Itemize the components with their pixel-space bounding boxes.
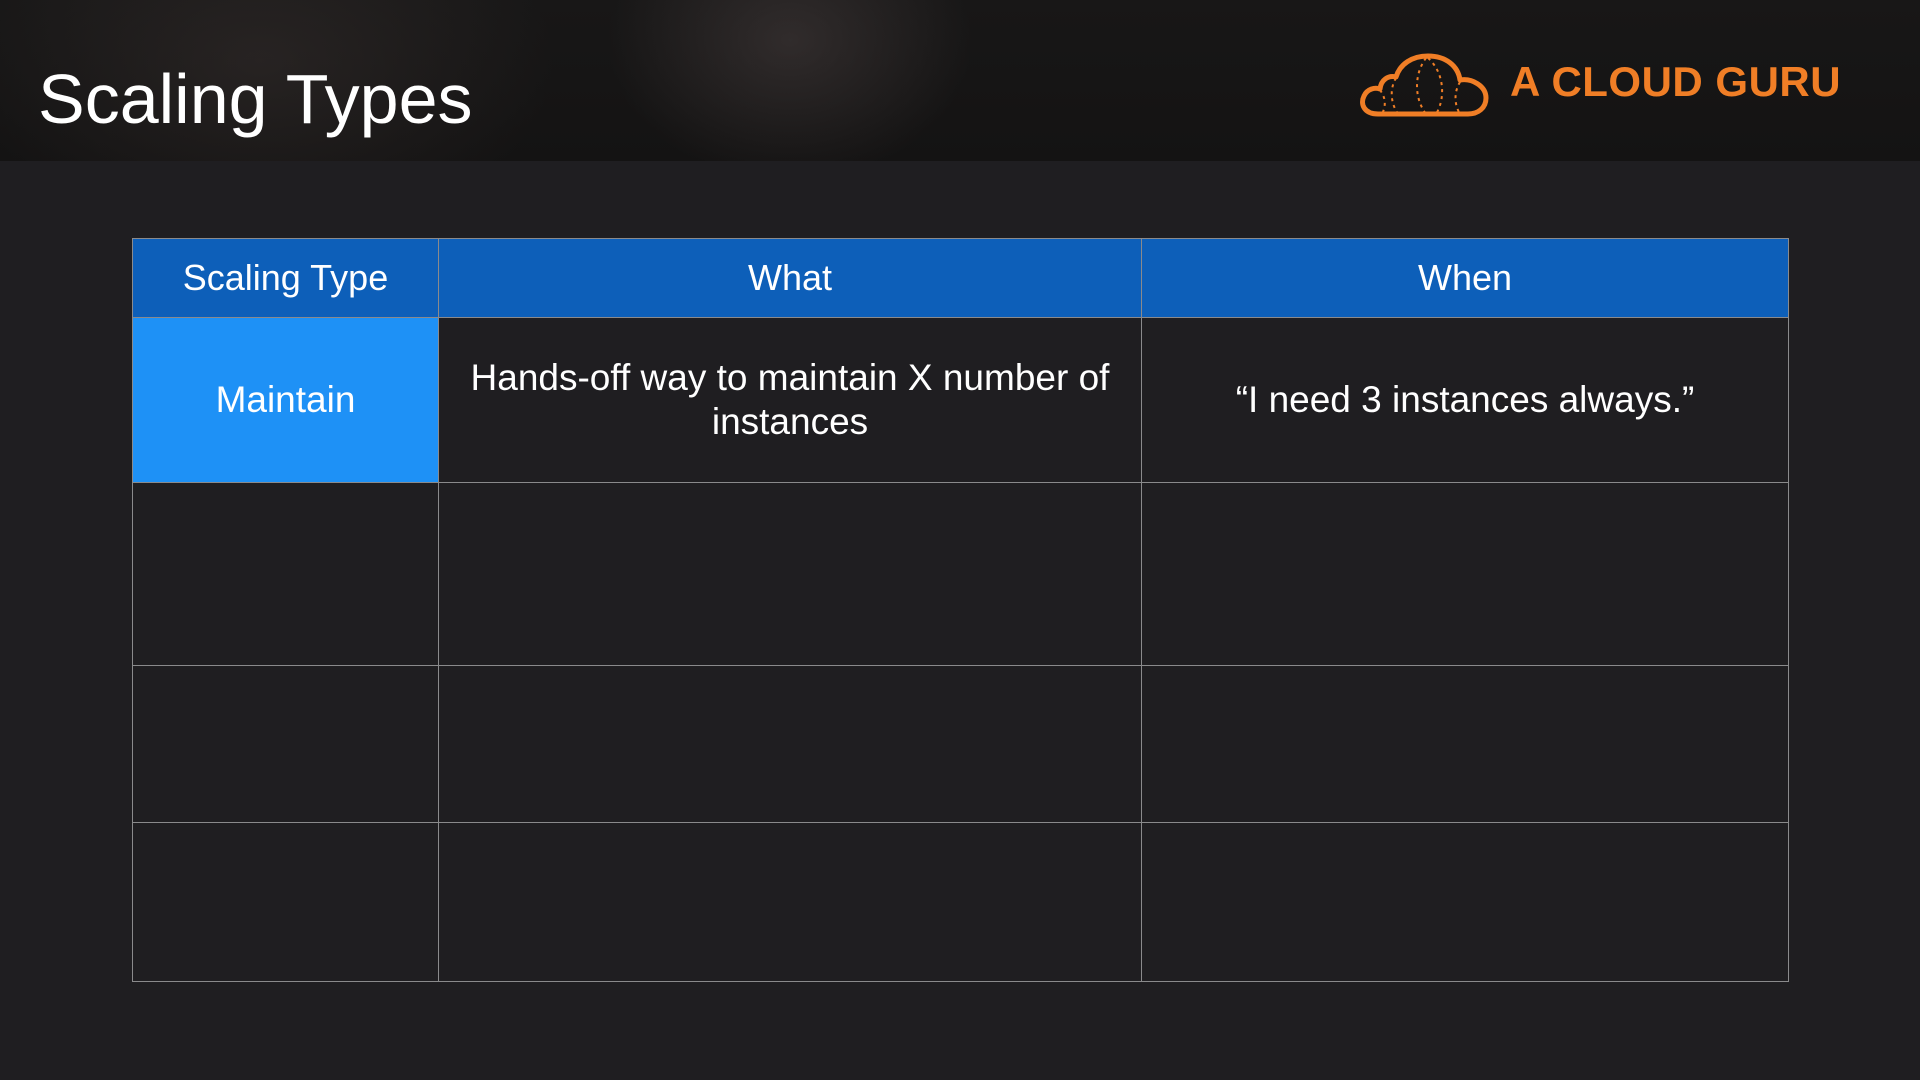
table-row xyxy=(132,822,1789,982)
what-cell xyxy=(438,482,1142,666)
scaling-type-cell xyxy=(132,822,439,982)
header-what: What xyxy=(438,238,1142,318)
slide: Scaling Types A CLOUD GURU Scaling Type … xyxy=(0,0,1920,1080)
header-scaling-type: Scaling Type xyxy=(132,238,439,318)
slide-title: Scaling Types xyxy=(38,60,473,138)
cloud-logo-icon xyxy=(1360,53,1489,117)
table-row xyxy=(132,665,1789,823)
what-cell xyxy=(438,665,1142,823)
scaling-types-table: Scaling Type What When Maintain Hands-of… xyxy=(132,238,1789,982)
scaling-type-cell: Maintain xyxy=(132,317,439,483)
what-cell xyxy=(438,822,1142,982)
what-cell: Hands-off way to maintain X number of in… xyxy=(438,317,1142,483)
brand-name: A CLOUD GURU xyxy=(1510,58,1842,105)
table-header-row: Scaling Type What When xyxy=(132,238,1789,318)
table-row: Maintain Hands-off way to maintain X num… xyxy=(132,317,1789,483)
when-cell: “I need 3 instances always.” xyxy=(1141,317,1789,483)
header-when: When xyxy=(1141,238,1789,318)
table-row xyxy=(132,482,1789,666)
when-cell xyxy=(1141,665,1789,823)
brand-logo: A CLOUD GURU xyxy=(1356,42,1841,122)
scaling-type-cell xyxy=(132,665,439,823)
when-cell xyxy=(1141,482,1789,666)
scaling-type-cell xyxy=(132,482,439,666)
when-cell xyxy=(1141,822,1789,982)
